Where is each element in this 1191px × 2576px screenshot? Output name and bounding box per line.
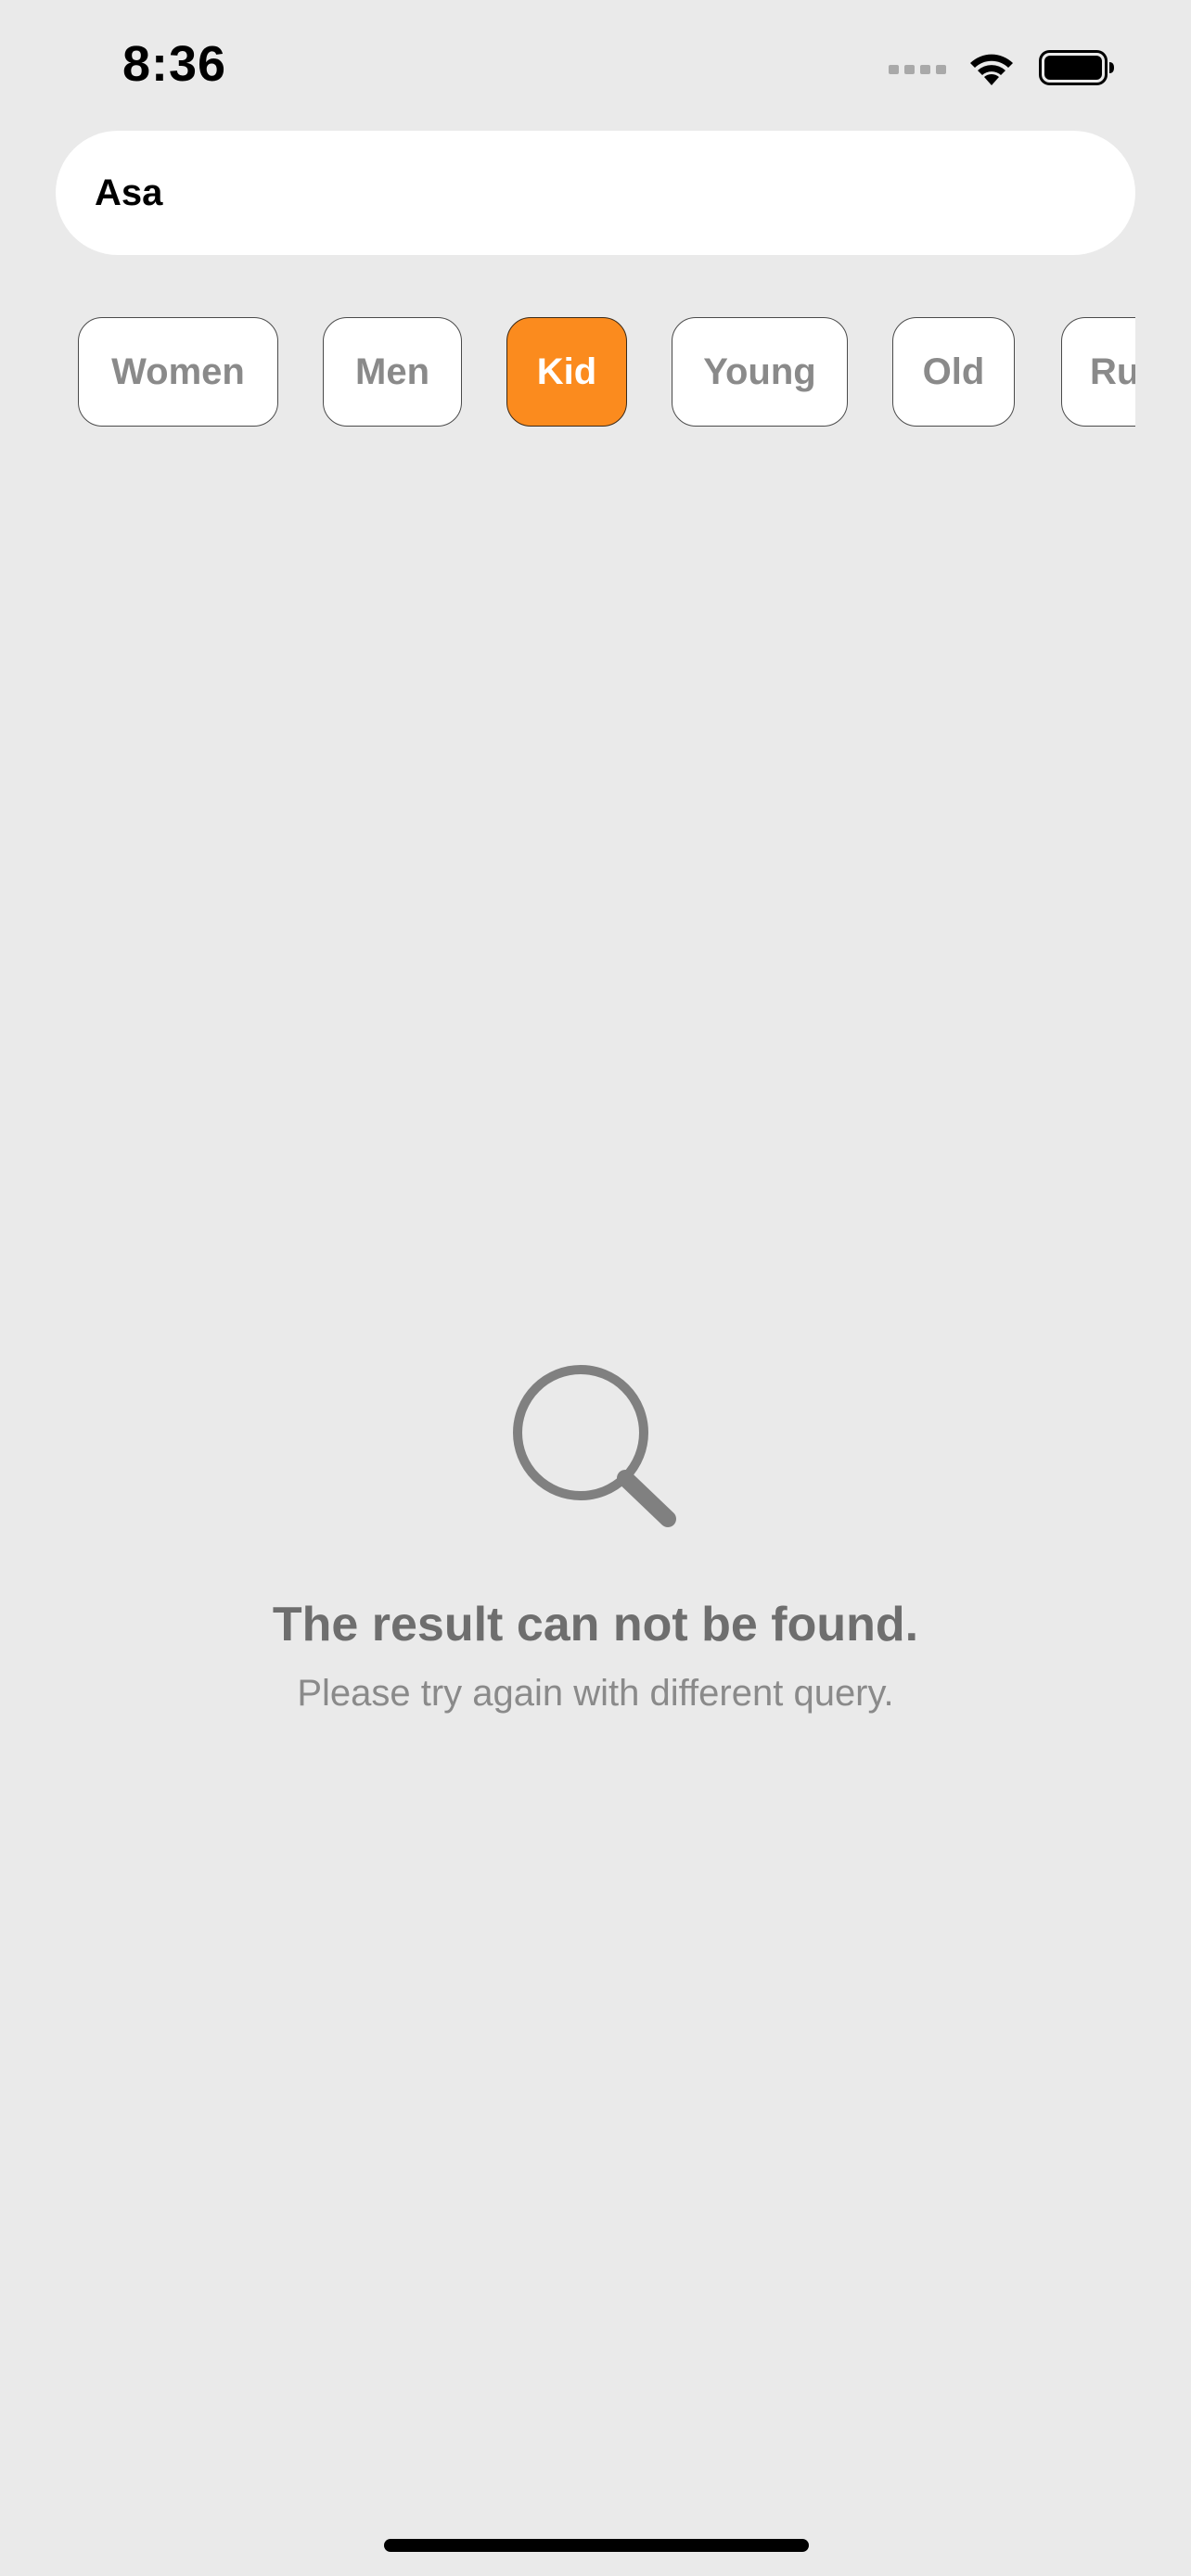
search-bar[interactable]	[56, 131, 1135, 255]
filter-chip-kid[interactable]: Kid	[506, 317, 627, 427]
search-input[interactable]	[95, 172, 1135, 214]
cellular-signal-icon	[889, 65, 946, 74]
home-indicator[interactable]	[384, 2539, 809, 2552]
filter-chip-strip[interactable]: Women Men Kid Young Old Ru	[78, 317, 1135, 428]
empty-state-title: The result can not be found.	[272, 1598, 919, 1651]
filter-chip-young[interactable]: Young	[672, 317, 848, 427]
battery-icon	[1039, 50, 1114, 85]
filter-chip-old[interactable]: Old	[892, 317, 1015, 427]
filter-chip-partial[interactable]: Ru	[1061, 317, 1135, 427]
filter-chip-women[interactable]: Women	[78, 317, 278, 427]
status-bar: 8:36	[0, 0, 1191, 130]
wifi-icon	[970, 54, 1013, 85]
status-icons	[889, 45, 1115, 91]
empty-state: The result can not be found. Please try …	[0, 1354, 1191, 1715]
status-time: 8:36	[122, 36, 227, 92]
empty-state-subtitle: Please try again with different query.	[297, 1673, 894, 1714]
magnifying-glass-icon	[513, 1365, 676, 1527]
filter-chip-men[interactable]: Men	[323, 317, 462, 427]
